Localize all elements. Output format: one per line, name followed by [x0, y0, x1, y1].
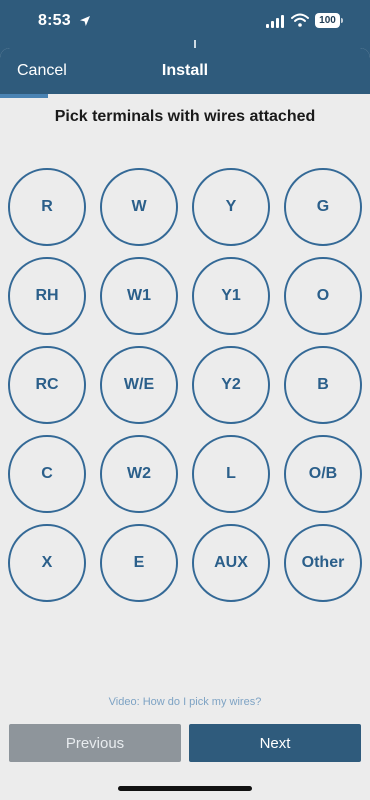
terminal-grid: R W Y G RH W1 Y1 O RC W/E Y2 B C W2 L O/B X E AUX Other [8, 168, 362, 602]
terminal-button[interactable]: RH [8, 257, 86, 335]
terminal-button[interactable]: O/B [284, 435, 362, 513]
terminal-button[interactable]: G [284, 168, 362, 246]
terminal-button[interactable]: RC [8, 346, 86, 424]
terminal-button[interactable]: O [284, 257, 362, 335]
previous-button[interactable]: Previous [9, 724, 181, 762]
terminal-button[interactable]: Y [192, 168, 270, 246]
terminal-button[interactable]: Y2 [192, 346, 270, 424]
status-time: 8:53 [38, 12, 71, 29]
home-indicator [118, 786, 252, 791]
terminal-button[interactable]: W1 [100, 257, 178, 335]
next-button[interactable]: Next [189, 724, 361, 762]
sheet-grabber [194, 40, 196, 48]
terminal-button[interactable]: W2 [100, 435, 178, 513]
status-bar: 8:53 100 [0, 0, 370, 48]
terminal-button[interactable]: R [8, 168, 86, 246]
progress-fill [0, 94, 49, 98]
terminal-button[interactable]: Y1 [192, 257, 270, 335]
install-sheet: Cancel Install Pick terminals with wires… [0, 48, 370, 800]
terminal-button[interactable]: W/E [100, 346, 178, 424]
terminal-button[interactable]: C [8, 435, 86, 513]
battery-tip [341, 18, 343, 23]
video-help-link[interactable]: Video: How do I pick my wires? [0, 696, 370, 708]
terminal-button[interactable]: AUX [192, 524, 270, 602]
wifi-icon [291, 13, 309, 27]
terminal-button[interactable]: W [100, 168, 178, 246]
signal-icon [266, 15, 284, 28]
terminal-button[interactable]: Other [284, 524, 362, 602]
location-arrow-icon [80, 16, 90, 26]
terminal-button[interactable]: B [284, 346, 362, 424]
terminal-button[interactable]: X [8, 524, 86, 602]
cancel-button[interactable]: Cancel [17, 62, 67, 80]
battery-icon: 100 [315, 13, 340, 28]
nav-bar: Cancel Install [0, 48, 370, 94]
terminal-button[interactable]: L [192, 435, 270, 513]
progress-bar [0, 94, 370, 98]
terminal-button[interactable]: E [100, 524, 178, 602]
page-heading: Pick terminals with wires attached [54, 108, 316, 125]
